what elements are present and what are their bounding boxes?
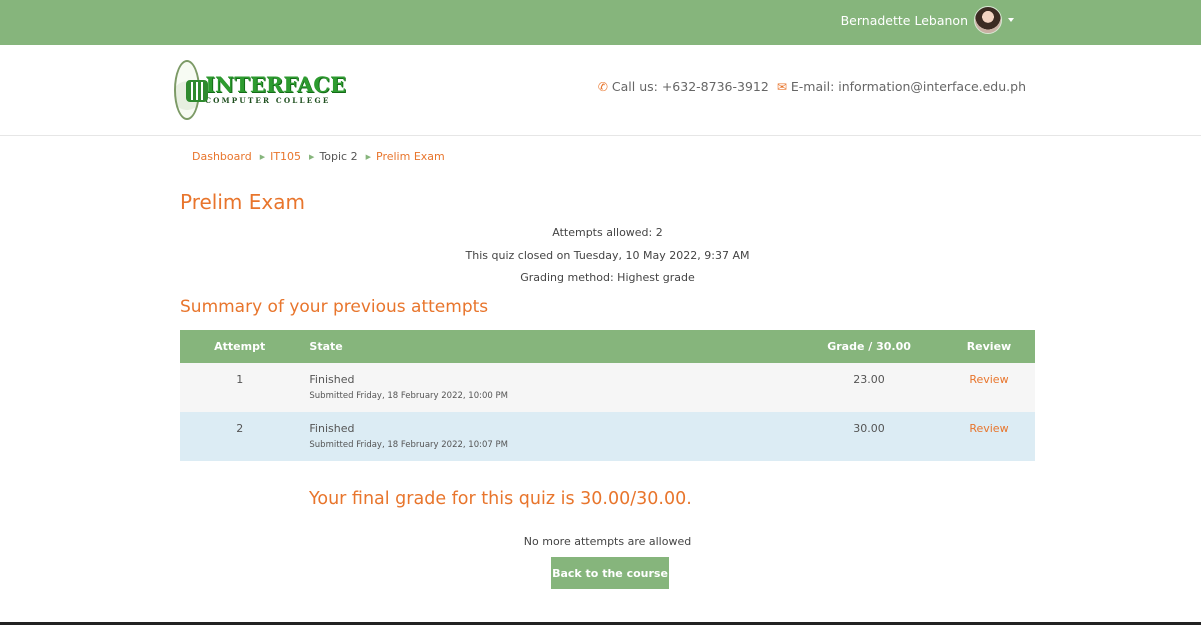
user-avatar[interactable] (974, 6, 1002, 34)
triangle-right-icon: ▶ (309, 152, 315, 161)
user-menu[interactable]: Bernadette Lebanon (841, 5, 1014, 35)
table-row: 1 Finished Submitted Friday, 18 February… (180, 363, 1035, 412)
logo-main-text: INTERFACE (205, 72, 346, 97)
top-navbar: Bernadette Lebanon (0, 0, 1201, 45)
attempt-state: Finished Submitted Friday, 18 February 2… (299, 412, 796, 461)
review-cell: Review (942, 363, 1035, 412)
email-text: E-mail: information@interface.edu.ph (790, 79, 1026, 94)
table-header-row: Attempt State Grade / 30.00 Review (180, 330, 1035, 363)
breadcrumb-dashboard[interactable]: Dashboard (192, 150, 252, 163)
review-link[interactable]: Review (969, 373, 1008, 386)
phone-text: Call us: +632-8736-3912 (611, 79, 769, 94)
caret-down-icon[interactable] (1008, 18, 1014, 22)
logo-wordmark: INTERFACE COMPUTER COLLEGE (205, 74, 346, 106)
state-label: Finished (309, 373, 355, 386)
breadcrumb-course[interactable]: IT105 (270, 150, 301, 163)
breadcrumb-quiz[interactable]: Prelim Exam (376, 150, 445, 163)
attempts-table: Attempt State Grade / 30.00 Review 1 Fin… (180, 330, 1035, 461)
attempt-state: Finished Submitted Friday, 18 February 2… (299, 363, 796, 412)
breadcrumb: Dashboard ▶ IT105 ▶ Topic 2 ▶ Prelim Exa… (192, 150, 445, 163)
phone-icon: ✆ (597, 79, 608, 94)
table-row: 2 Finished Submitted Friday, 18 February… (180, 412, 1035, 461)
grading-method-text: Grading method: Highest grade (520, 271, 695, 284)
no-more-attempts-text: No more attempts are allowed (523, 535, 692, 548)
envelope-icon: ✉ (776, 79, 787, 94)
seal-emblem (186, 80, 208, 102)
site-header: INTERFACE COMPUTER COLLEGE ✆ Call us: +6… (0, 45, 1201, 136)
header-attempt: Attempt (180, 330, 300, 363)
college-logo[interactable]: INTERFACE COMPUTER COLLEGE (174, 59, 346, 121)
state-label: Finished (309, 422, 355, 435)
attempt-number: 1 (180, 363, 300, 412)
final-grade-text: Your final grade for this quiz is 30.00/… (309, 489, 692, 509)
back-to-course-button[interactable]: Back to the course (551, 557, 669, 589)
college-seal-icon (174, 60, 208, 120)
summary-heading: Summary of your previous attempts (180, 297, 489, 317)
user-name[interactable]: Bernadette Lebanon (841, 13, 968, 28)
attempt-number: 2 (180, 412, 300, 461)
quiz-closed-text: This quiz closed on Tuesday, 10 May 2022… (465, 249, 750, 262)
header-grade: Grade / 30.00 (795, 330, 943, 363)
triangle-right-icon: ▶ (259, 152, 266, 161)
header-review: Review (942, 330, 1035, 363)
page-title: Prelim Exam (180, 190, 305, 214)
attempts-allowed-text: Attempts allowed: 2 (552, 226, 663, 239)
submitted-time: Submitted Friday, 18 February 2022, 10:0… (309, 391, 508, 401)
triangle-right-icon: ▶ (365, 152, 371, 161)
header-state: State (299, 330, 796, 363)
attempt-grade: 30.00 (795, 412, 943, 461)
logo-sub-text: COMPUTER COLLEGE (205, 96, 331, 105)
submitted-time: Submitted Friday, 18 February 2022, 10:0… (309, 440, 508, 450)
review-link[interactable]: Review (969, 422, 1008, 435)
review-cell: Review (942, 412, 1035, 461)
breadcrumb-topic: Topic 2 (319, 150, 358, 163)
contact-info: ✆ Call us: +632-8736-3912 ✉ E-mail: info… (598, 79, 1026, 94)
attempt-grade: 23.00 (795, 363, 943, 412)
